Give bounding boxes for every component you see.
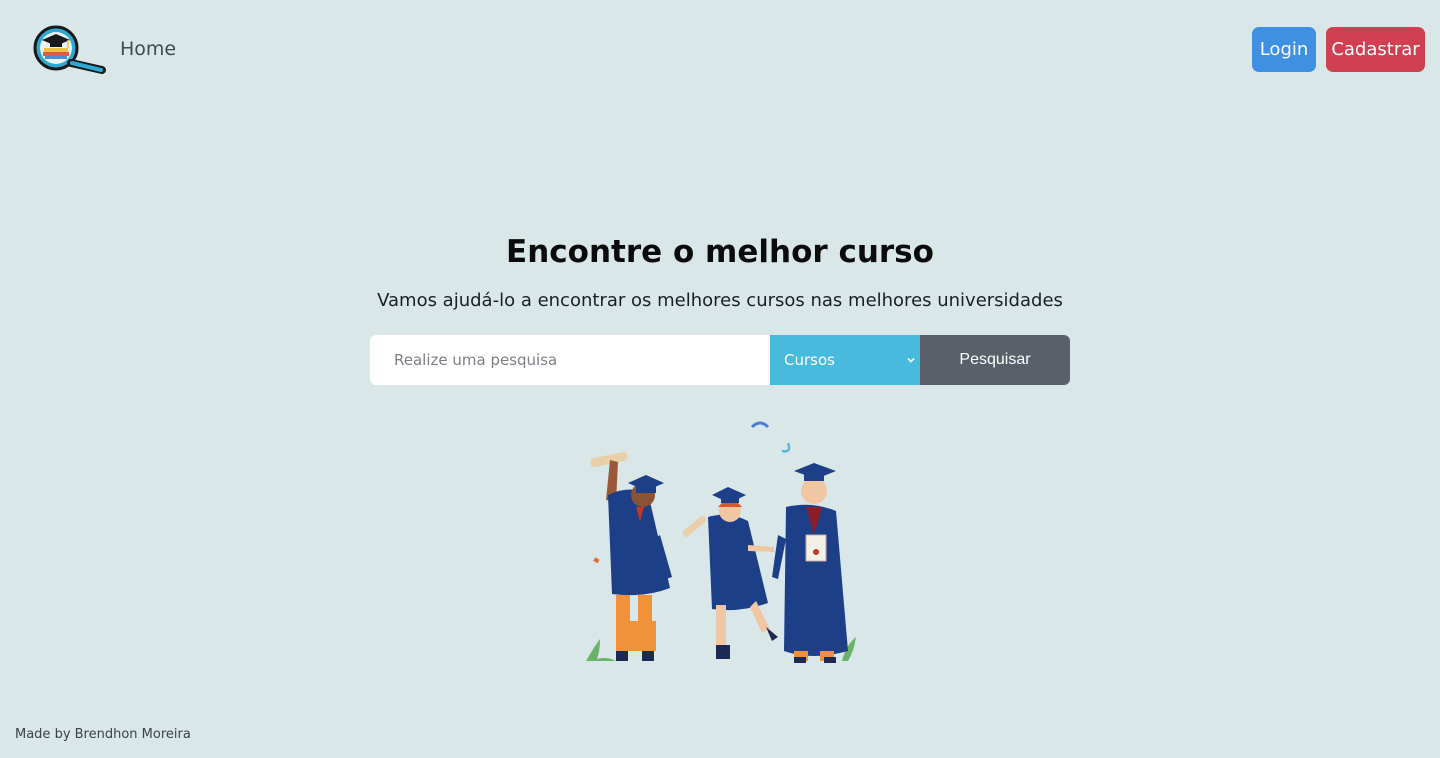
footer-credit: Made by Brendhon Moreira xyxy=(15,727,191,742)
signup-button[interactable]: Cadastrar xyxy=(1326,27,1425,72)
page-title: Encontre o melhor curso xyxy=(506,234,934,270)
page-subtitle: Vamos ajudá-lo a encontrar os melhores c… xyxy=(377,290,1063,311)
search-bar: Cursos Pesquisar xyxy=(370,335,1070,385)
chevron-down-icon xyxy=(907,357,915,363)
search-input[interactable] xyxy=(370,335,770,385)
navbar: Home Login Cadastrar xyxy=(0,0,1440,100)
login-button[interactable]: Login xyxy=(1252,27,1316,72)
category-select-value: Cursos xyxy=(784,351,835,369)
graduates-illustration-icon xyxy=(580,415,865,665)
logo-icon[interactable] xyxy=(32,24,108,76)
nav-home-link[interactable]: Home xyxy=(120,36,176,62)
category-select[interactable]: Cursos xyxy=(770,335,920,385)
search-button[interactable]: Pesquisar xyxy=(920,335,1070,385)
